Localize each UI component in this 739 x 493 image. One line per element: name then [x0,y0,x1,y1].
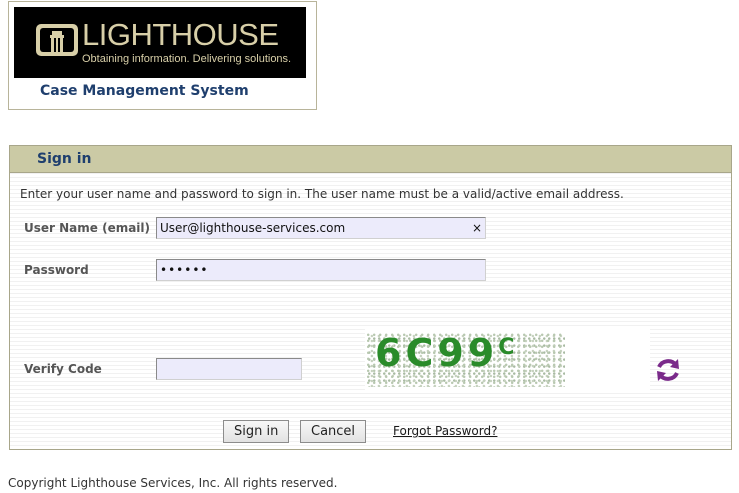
verify-code-input[interactable] [156,358,302,380]
lighthouse-logo: LIGHTHOUSE Obtaining information. Delive… [14,7,306,78]
signin-panel-title: Sign in [37,151,92,167]
logo-tagline: Obtaining information. Delivering soluti… [82,53,292,65]
signin-instructions: Enter your user name and password to sig… [20,187,624,201]
captcha-text: 6C99C [375,331,518,375]
captcha-image: 6C99C [365,329,650,391]
lighthouse-logo-icon [36,24,78,56]
password-label: Password [24,263,89,277]
signin-button[interactable]: Sign in [223,420,290,443]
header-box: LIGHTHOUSE Obtaining information. Delive… [8,1,317,110]
refresh-captcha-icon[interactable] [654,356,682,384]
system-title: Case Management System [40,83,249,99]
logo-wordmark: LIGHTHOUSE [82,17,279,52]
verify-code-label: Verify Code [24,362,102,376]
clear-x-icon[interactable]: × [472,221,482,235]
captcha-small-text: C [498,335,519,360]
forgot-password-link[interactable]: Forgot Password? [393,424,497,438]
username-input[interactable] [156,217,486,239]
captcha-main-text: 6C99 [375,331,499,375]
signin-panel: Sign in Enter your user name and passwor… [9,145,732,450]
cancel-button[interactable]: Cancel [300,420,367,443]
username-label: User Name (email) [24,221,151,235]
copyright-text: Copyright Lighthouse Services, Inc. All … [8,476,338,490]
signin-panel-header: Sign in [10,146,731,173]
password-input[interactable] [156,259,486,281]
